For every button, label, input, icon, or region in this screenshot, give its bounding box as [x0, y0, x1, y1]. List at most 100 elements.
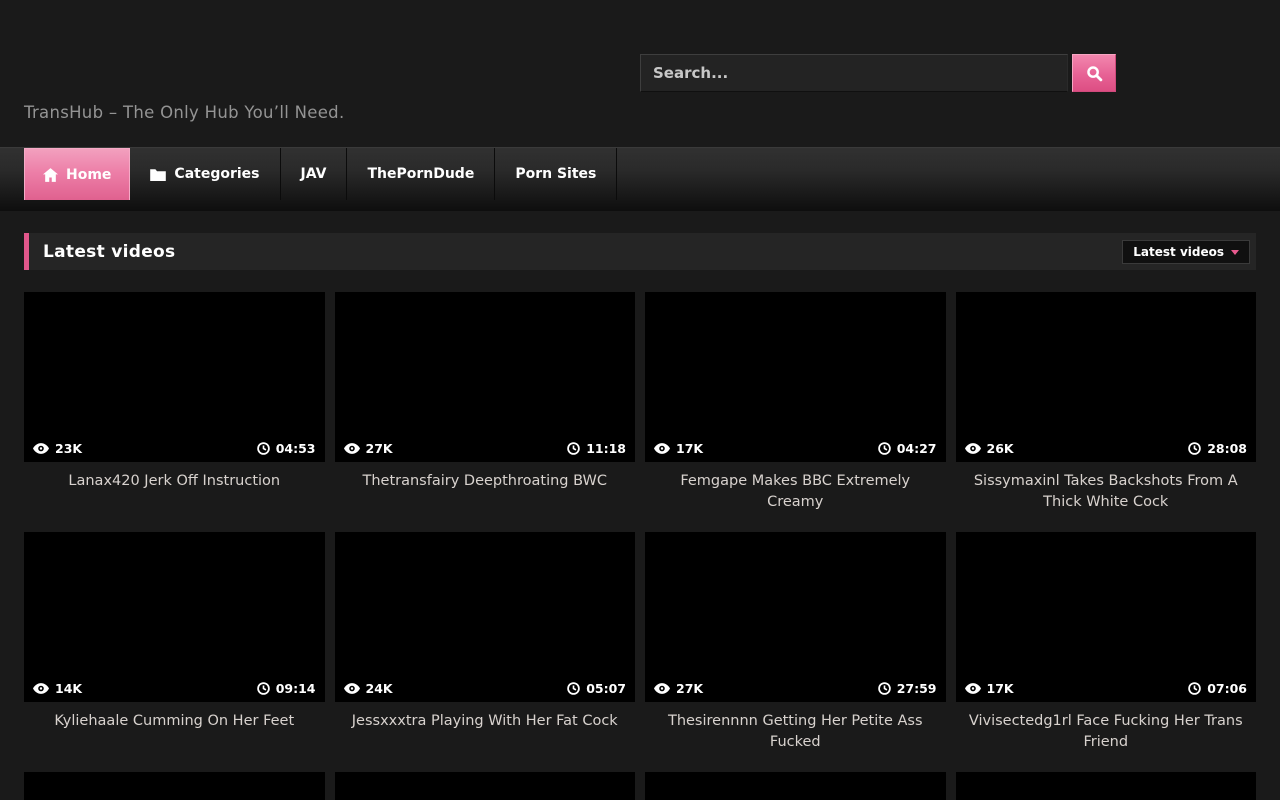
views-stat: 24K — [344, 681, 393, 696]
nav-tab-porn-sites[interactable]: Porn Sites — [495, 148, 617, 200]
search-input[interactable] — [640, 54, 1068, 92]
eye-icon — [965, 443, 981, 454]
views-count: 17K — [987, 681, 1014, 696]
folder-icon — [150, 168, 166, 181]
video-title[interactable]: Thesirennnn Getting Her Petite Ass Fucke… — [645, 711, 946, 753]
video-card-partial[interactable] — [956, 772, 1257, 800]
video-card-partial[interactable] — [645, 772, 946, 800]
eye-icon — [33, 443, 49, 454]
views-stat: 23K — [33, 441, 82, 456]
video-card[interactable]: 14K 09:14 Kyliehaale Cumming On Her Feet — [24, 532, 325, 772]
video-card[interactable]: 17K 07:06 Vivisectedg1rl Face Fucking He… — [956, 532, 1257, 772]
video-card[interactable]: 24K 05:07 Jessxxxtra Playing With Her Fa… — [335, 532, 636, 772]
video-card[interactable]: 23K 04:53 Lanax420 Jerk Off Instruction — [24, 292, 325, 532]
nav-tab-categories[interactable]: Categories — [130, 148, 280, 200]
video-thumbnail[interactable]: 14K 09:14 — [24, 532, 325, 702]
nav-tab-label: Categories — [174, 166, 259, 182]
video-stats: 27K 27:59 — [645, 674, 946, 702]
nav-tab-label: Home — [66, 167, 111, 183]
video-thumbnail[interactable] — [335, 772, 636, 800]
nav-tab-label: Porn Sites — [515, 166, 596, 182]
views-stat: 27K — [654, 681, 703, 696]
clock-icon — [567, 682, 580, 695]
video-title[interactable]: Lanax420 Jerk Off Instruction — [24, 471, 325, 492]
nav-tab-home[interactable]: Home — [24, 148, 130, 200]
duration-value: 28:08 — [1207, 441, 1247, 456]
video-title[interactable]: Kyliehaale Cumming On Her Feet — [24, 711, 325, 732]
duration-stat: 04:53 — [257, 441, 316, 456]
search-button[interactable] — [1072, 54, 1116, 92]
video-thumbnail[interactable]: 23K 04:53 — [24, 292, 325, 462]
video-card[interactable]: 27K 11:18 Thetransfairy Deepthroating BW… — [335, 292, 636, 532]
video-title[interactable]: Jessxxxtra Playing With Her Fat Cock — [335, 711, 636, 732]
video-card[interactable]: 26K 28:08 Sissymaxinl Takes Backshots Fr… — [956, 292, 1257, 532]
clock-icon — [878, 682, 891, 695]
video-thumbnail[interactable]: 17K 04:27 — [645, 292, 946, 462]
views-count: 17K — [676, 441, 703, 456]
video-grid: 23K 04:53 Lanax420 Jerk Off Instruction — [24, 292, 1256, 800]
views-count: 24K — [366, 681, 393, 696]
video-stats: 14K 09:14 — [24, 674, 325, 702]
video-title[interactable]: Femgape Makes BBC Extremely Creamy — [645, 471, 946, 513]
video-thumbnail[interactable]: 17K 07:06 — [956, 532, 1257, 702]
eye-icon — [344, 683, 360, 694]
eye-icon — [654, 683, 670, 694]
video-thumbnail[interactable] — [24, 772, 325, 800]
home-icon — [43, 168, 58, 182]
video-stats: 27K 11:18 — [335, 434, 636, 462]
sort-dropdown-label: Latest videos — [1133, 245, 1224, 259]
views-stat: 17K — [965, 681, 1014, 696]
nav-tabs: Home Categories JAV ThePornDude Porn Sit… — [24, 148, 1280, 200]
video-thumbnail[interactable] — [956, 772, 1257, 800]
video-stats: 17K 07:06 — [956, 674, 1257, 702]
views-count: 26K — [987, 441, 1014, 456]
clock-icon — [257, 442, 270, 455]
video-thumbnail[interactable]: 27K 27:59 — [645, 532, 946, 702]
views-count: 27K — [676, 681, 703, 696]
video-title[interactable]: Sissymaxinl Takes Backshots From A Thick… — [956, 471, 1257, 513]
clock-icon — [567, 442, 580, 455]
views-stat: 17K — [654, 441, 703, 456]
eye-icon — [344, 443, 360, 454]
nav-tab-theporndude[interactable]: ThePornDude — [347, 148, 495, 200]
video-thumbnail[interactable]: 27K 11:18 — [335, 292, 636, 462]
duration-stat: 27:59 — [878, 681, 937, 696]
views-stat: 26K — [965, 441, 1014, 456]
video-stats: 26K 28:08 — [956, 434, 1257, 462]
duration-stat: 04:27 — [878, 441, 937, 456]
caret-down-icon — [1231, 250, 1239, 255]
site-tagline: TransHub – The Only Hub You’ll Need. — [24, 103, 345, 122]
nav-tab-jav[interactable]: JAV — [281, 148, 348, 200]
clock-icon — [1188, 682, 1201, 695]
views-stat: 14K — [33, 681, 82, 696]
video-thumbnail[interactable] — [645, 772, 946, 800]
section-title: Latest videos — [29, 242, 175, 262]
eye-icon — [965, 683, 981, 694]
video-card-partial[interactable] — [335, 772, 636, 800]
video-title[interactable]: Thetransfairy Deepthroating BWC — [335, 471, 636, 492]
duration-value: 04:27 — [897, 441, 937, 456]
views-count: 23K — [55, 441, 82, 456]
eye-icon — [33, 683, 49, 694]
nav-tab-label: ThePornDude — [367, 166, 474, 182]
duration-value: 05:07 — [586, 681, 626, 696]
clock-icon — [1188, 442, 1201, 455]
sort-dropdown[interactable]: Latest videos — [1122, 240, 1250, 264]
duration-stat: 11:18 — [567, 441, 626, 456]
video-title[interactable]: Vivisectedg1rl Face Fucking Her Trans Fr… — [956, 711, 1257, 753]
clock-icon — [878, 442, 891, 455]
duration-stat: 05:07 — [567, 681, 626, 696]
video-thumbnail[interactable]: 24K 05:07 — [335, 532, 636, 702]
video-card[interactable]: 17K 04:27 Femgape Makes BBC Extremely Cr… — [645, 292, 946, 532]
video-thumbnail[interactable]: 26K 28:08 — [956, 292, 1257, 462]
duration-value: 04:53 — [276, 441, 316, 456]
search-form — [640, 54, 1116, 92]
video-card[interactable]: 27K 27:59 Thesirennnn Getting Her Petite… — [645, 532, 946, 772]
duration-value: 27:59 — [897, 681, 937, 696]
video-card-partial[interactable] — [24, 772, 325, 800]
views-count: 27K — [366, 441, 393, 456]
clock-icon — [257, 682, 270, 695]
eye-icon — [654, 443, 670, 454]
video-stats: 17K 04:27 — [645, 434, 946, 462]
main-navbar: Home Categories JAV ThePornDude Porn Sit… — [0, 147, 1280, 211]
